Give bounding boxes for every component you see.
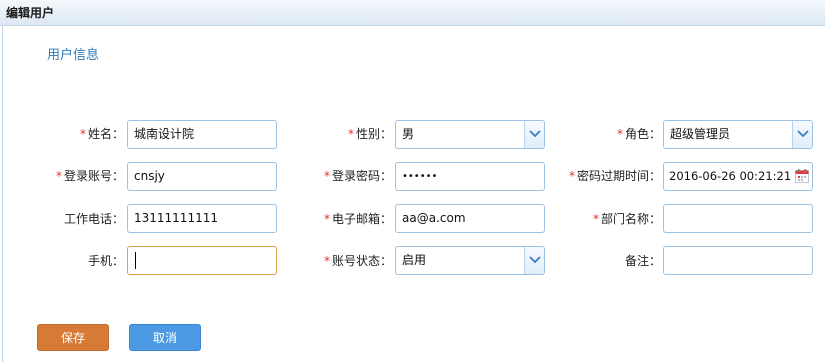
expire-value: 2016-06-26 00:21:21 [669, 169, 792, 183]
chevron-down-icon[interactable] [792, 121, 812, 148]
name-input[interactable]: 城南设计院 [127, 120, 277, 149]
expire-datetime-input[interactable]: 2016-06-26 00:21:21 [663, 162, 813, 191]
remark-label: 备注： [624, 254, 661, 268]
email-input[interactable]: aa@a.com [395, 204, 545, 233]
account-label: * 登录账号： [55, 169, 124, 183]
phone-label: 工作电话： [63, 212, 124, 226]
form-panel [2, 26, 824, 362]
gender-label: * 性别： [347, 127, 392, 141]
dept-input[interactable] [663, 204, 813, 233]
chevron-down-icon[interactable] [524, 121, 544, 148]
password-label: * 登录密码： [323, 169, 392, 183]
role-select[interactable]: 超级管理员 [663, 120, 813, 149]
status-value: 启用 [402, 253, 427, 267]
password-input[interactable]: •••••• [395, 162, 545, 191]
text-caret [135, 252, 136, 269]
remark-input[interactable] [663, 246, 813, 275]
gender-select[interactable]: 男 [395, 120, 545, 149]
role-value: 超级管理员 [670, 127, 731, 141]
required-mark: * [592, 212, 599, 226]
expire-label: * 密码过期时间： [568, 169, 661, 183]
title-bar: 编辑用户 [0, 0, 825, 26]
required-mark: * [79, 127, 86, 141]
account-input[interactable]: cnsjy [127, 162, 277, 191]
mobile-input[interactable] [127, 246, 277, 275]
window-title: 编辑用户 [6, 6, 55, 20]
cancel-button[interactable]: 取消 [129, 324, 201, 351]
phone-input[interactable]: 13111111111 [127, 204, 277, 233]
required-mark: * [347, 127, 354, 141]
required-mark: * [323, 212, 330, 226]
status-select[interactable]: 启用 [395, 246, 545, 275]
calendar-icon[interactable] [795, 169, 809, 183]
required-mark: * [568, 169, 575, 183]
chevron-down-icon[interactable] [524, 247, 544, 274]
required-mark: * [55, 169, 62, 183]
name-label: * 姓名： [79, 127, 124, 141]
required-mark: * [323, 254, 330, 268]
role-label: * 角色： [616, 127, 661, 141]
save-button[interactable]: 保存 [37, 324, 109, 351]
mobile-label: 手机： [87, 254, 124, 268]
dept-label: * 部门名称： [592, 212, 661, 226]
email-label: * 电子邮箱： [323, 212, 392, 226]
status-label: * 账号状态： [323, 254, 392, 268]
required-mark: * [323, 169, 330, 183]
gender-value: 男 [402, 127, 415, 141]
required-mark: * [616, 127, 623, 141]
section-title: 用户信息 [47, 48, 100, 63]
